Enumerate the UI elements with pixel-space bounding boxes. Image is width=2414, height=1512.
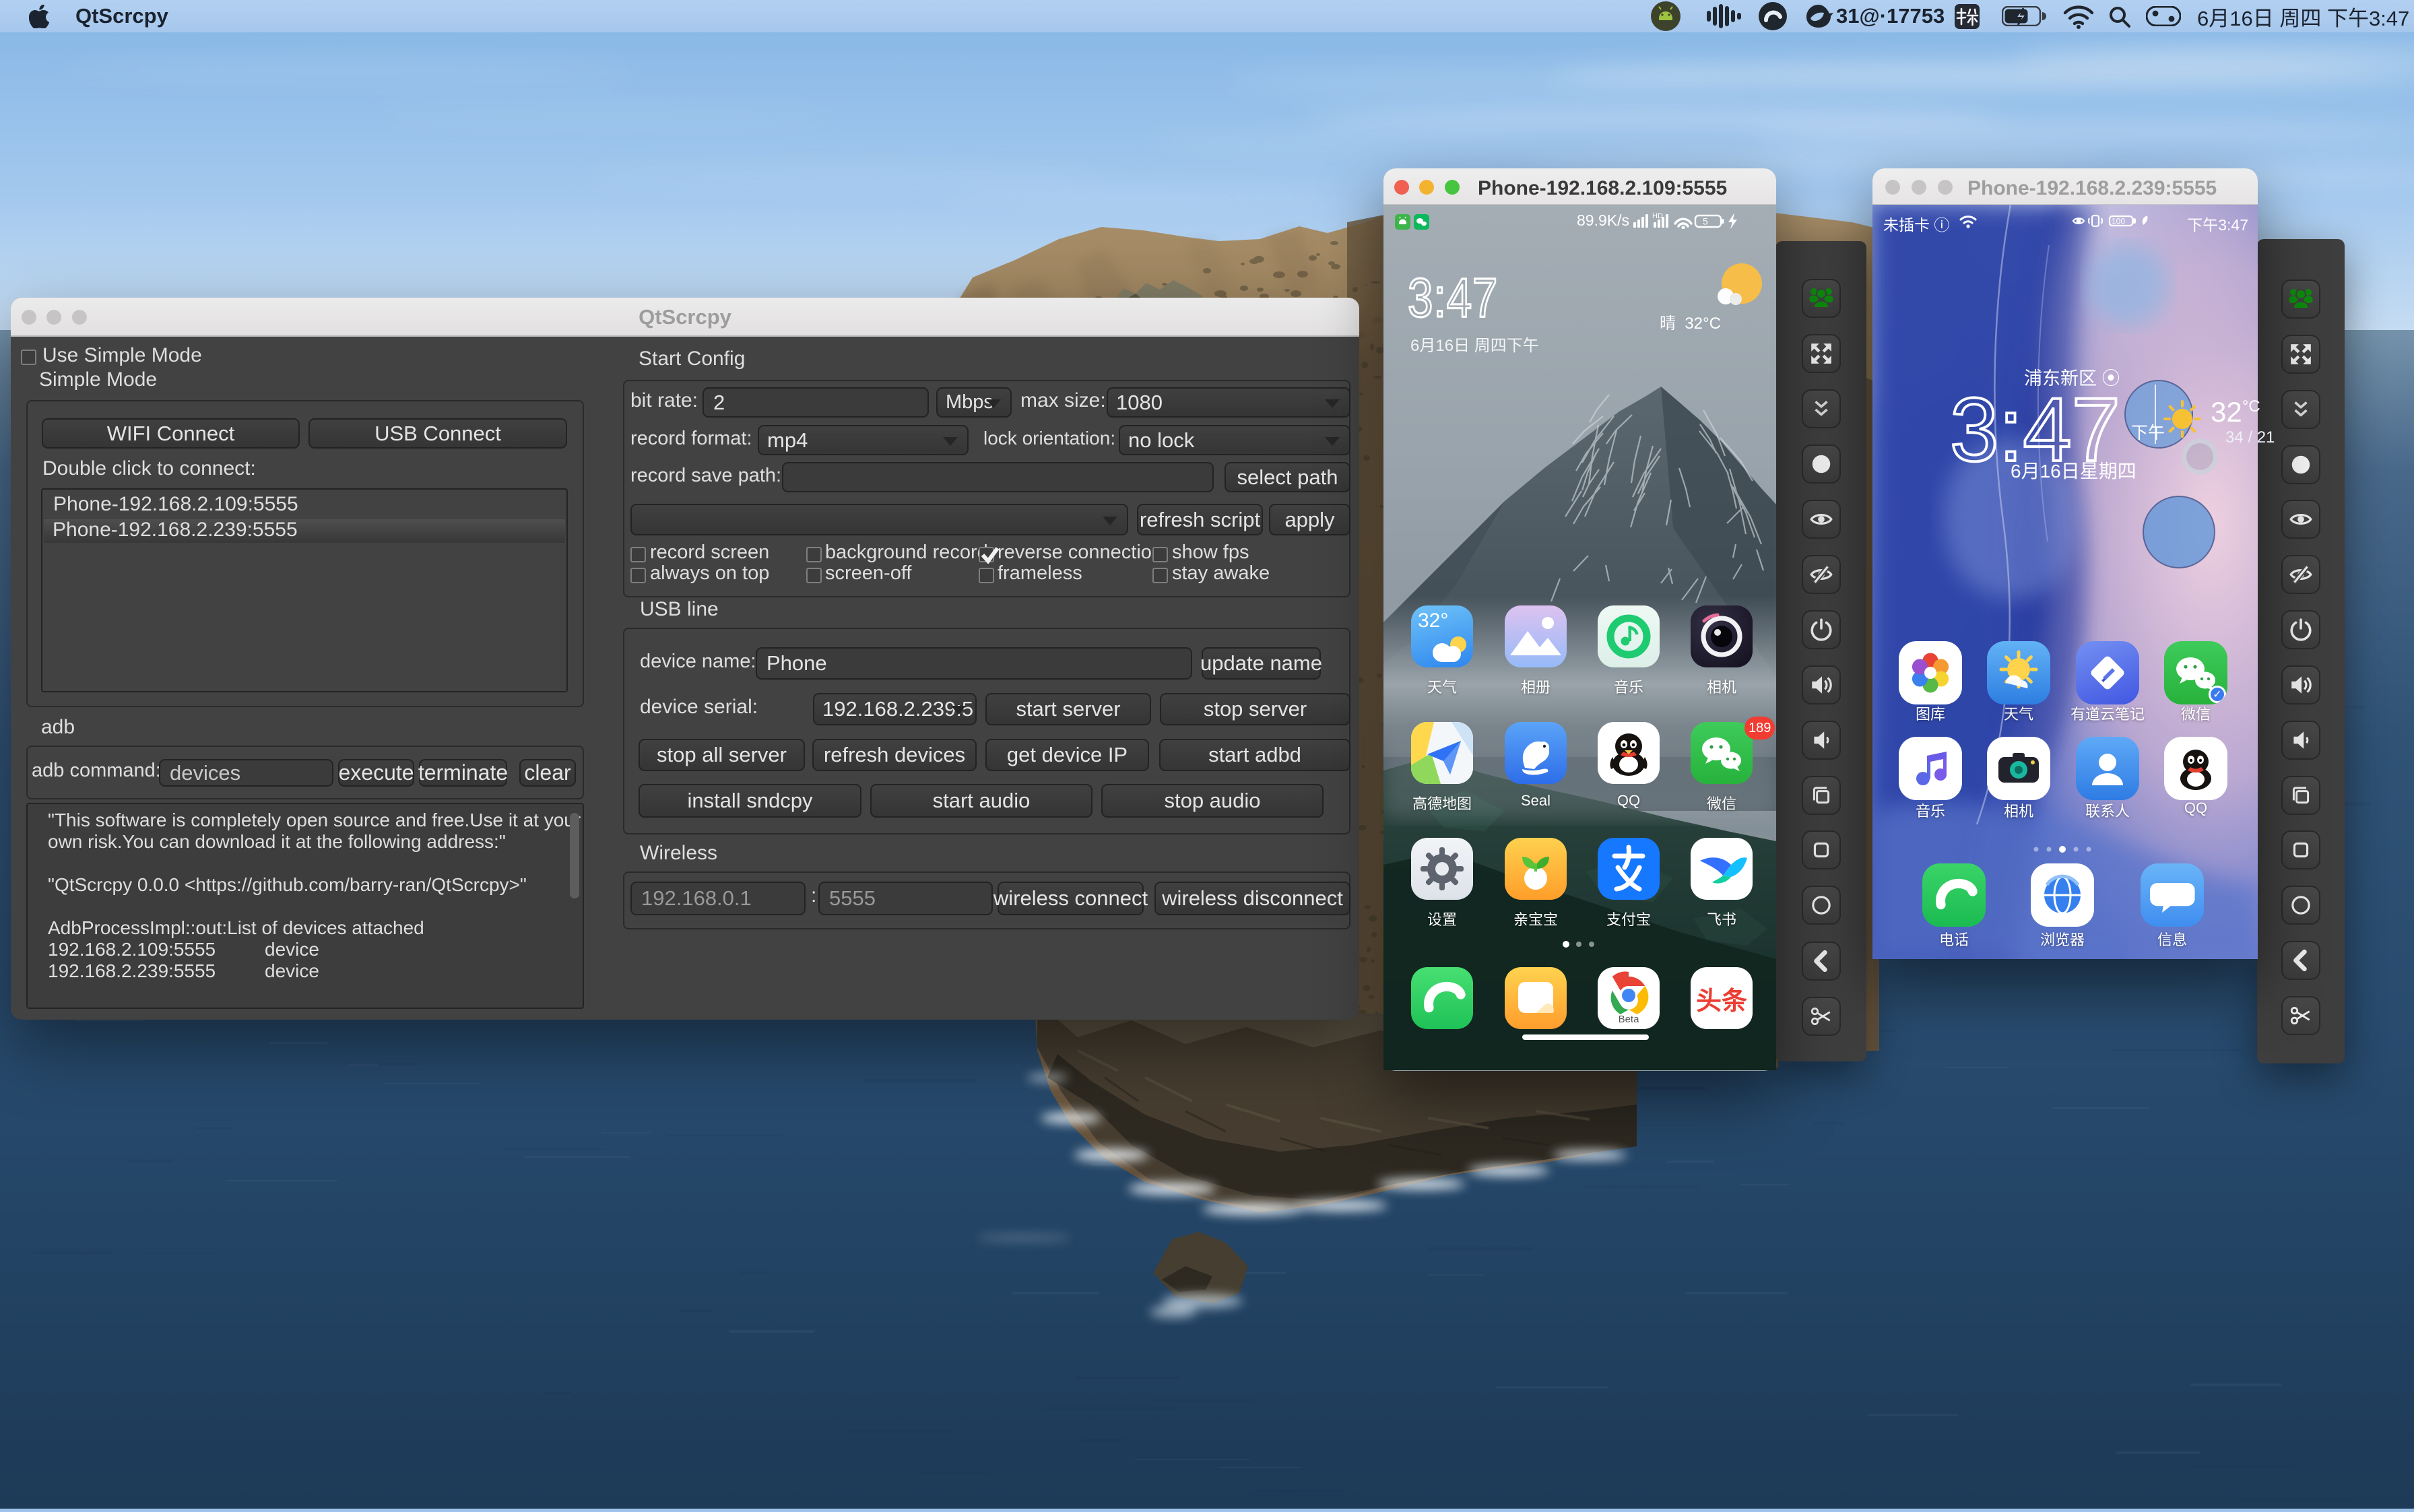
svg-text:5: 5 <box>1703 216 1708 227</box>
svg-text:Beta: Beta <box>1619 1014 1640 1025</box>
svg-text:100: 100 <box>2112 217 2125 226</box>
svg-text:HD: HD <box>1652 212 1663 220</box>
